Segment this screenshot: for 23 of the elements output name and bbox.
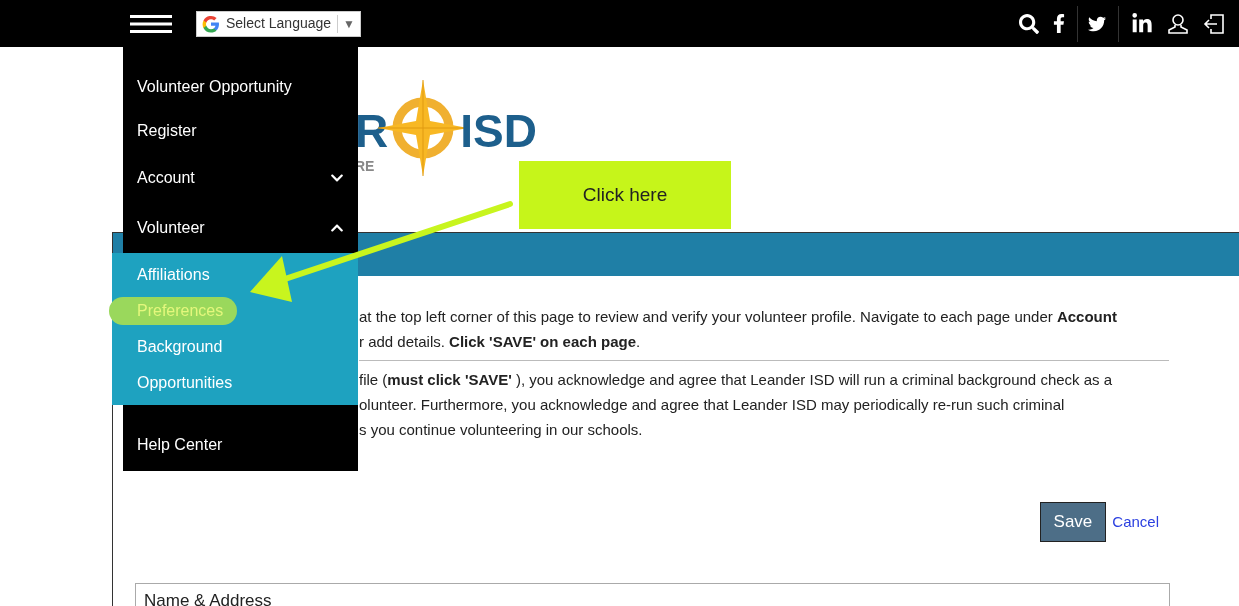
callout-box: Click here bbox=[519, 161, 731, 229]
instruction-text: at the top left corner of this page to review and verify your volunteer profile. Navigate to each page under Account bbox=[359, 307, 1118, 327]
twitter-icon[interactable] bbox=[1088, 14, 1106, 33]
g-logo-icon bbox=[202, 14, 220, 33]
menu-item[interactable]: Volunteer Opportunity bbox=[123, 65, 358, 109]
menu-icon[interactable] bbox=[130, 14, 172, 33]
cancel-link[interactable]: Cancel bbox=[1112, 510, 1159, 533]
menu-item[interactable]: Register bbox=[123, 109, 358, 153]
search-icon[interactable] bbox=[1019, 13, 1039, 34]
sign-out-icon[interactable] bbox=[1203, 12, 1225, 35]
instruction-text: r add details. Click 'SAVE' on each page. bbox=[359, 332, 642, 352]
consent-text: file (must click 'SAVE' ), you acknowledge and agree that Leander ISD will run a criminal background check as a bbox=[359, 370, 1114, 390]
linkedin-icon[interactable] bbox=[1131, 12, 1153, 35]
consent-text: s you continue volunteering in our schools. bbox=[359, 420, 644, 440]
menu-group[interactable]: Account bbox=[123, 153, 358, 203]
save-button[interactable]: Save bbox=[1039, 502, 1107, 542]
menu-item[interactable]: Help Center bbox=[123, 427, 358, 463]
menu-group[interactable]: Volunteer bbox=[123, 203, 358, 253]
name-address-section: Name & Address bbox=[135, 582, 1170, 606]
user-icon[interactable] bbox=[1167, 12, 1189, 35]
consent-text: olunteer. Furthermore, you acknowledge and agree that Leander ISD may periodically re-run such criminal bbox=[359, 395, 1066, 415]
facebook-icon[interactable] bbox=[1053, 14, 1065, 33]
language-select[interactable]: Select Language ▼ bbox=[196, 10, 361, 37]
